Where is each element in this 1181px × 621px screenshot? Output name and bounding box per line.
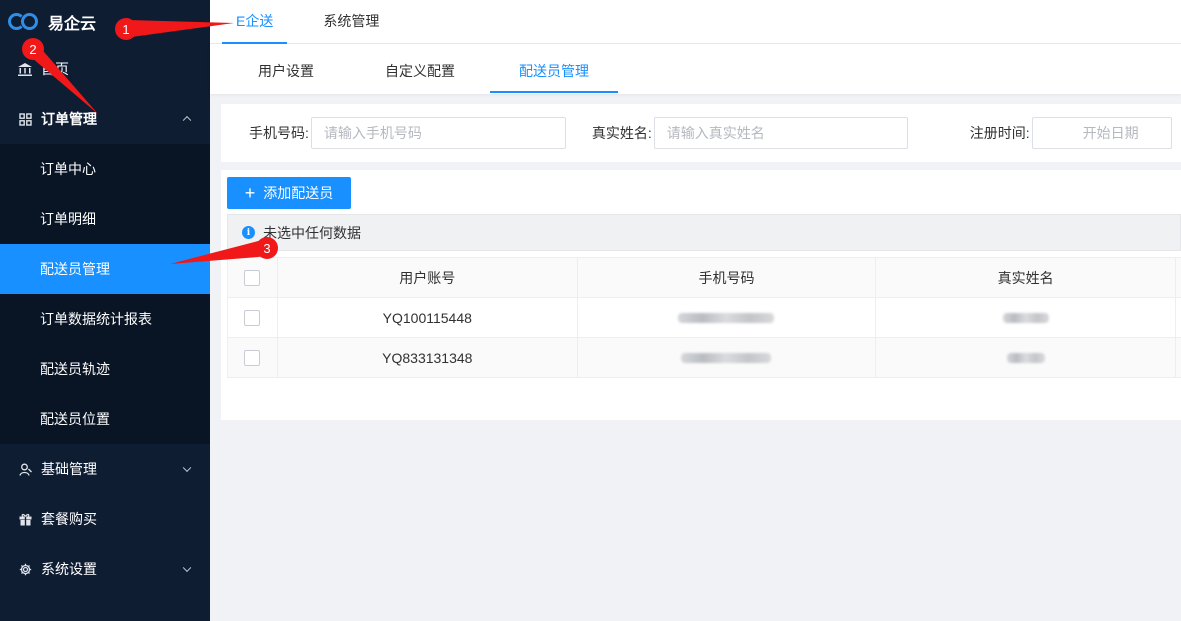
sidebar-item-order-stats-report[interactable]: 订单数据统计报表 (0, 294, 210, 344)
grid-icon (18, 112, 32, 126)
redacted-name (1006, 352, 1045, 363)
top-nav: E企送 系统管理 (210, 0, 1181, 44)
annotation-marker-2: 2 (22, 38, 44, 60)
sidebar-item-label: 基础管理 (41, 461, 97, 477)
sidebar-item-courier-track[interactable]: 配送员轨迹 (0, 344, 210, 394)
sidebar-item-courier-management[interactable]: 配送员管理 (0, 244, 210, 294)
order-submenu: 订单中心 订单明细 配送员管理 订单数据统计报表 配送员轨迹 配送员位置 (0, 144, 210, 444)
sidebar-item-package-purchase[interactable]: 套餐购买 (0, 494, 210, 544)
app-name: 易企云 (48, 16, 97, 33)
main-content: E企送 系统管理 用户设置 自定义配置 配送员管理 手机号码: 请输入手机号码 … (210, 0, 1181, 621)
bank-icon (18, 62, 32, 76)
phone-cell (578, 298, 877, 337)
table-header-row: 用户账号 手机号码 真实姓名 (228, 258, 1181, 298)
table-row[interactable]: YQ100115448 (228, 298, 1181, 338)
selection-notice: i 未选中任何数据 (227, 214, 1181, 251)
sidebar-item-order-center[interactable]: 订单中心 (0, 144, 210, 194)
phone-input[interactable]: 请输入手机号码 (310, 117, 566, 149)
tab-custom-config[interactable]: 自定义配置 (356, 49, 484, 93)
phone-label: 手机号码: (249, 125, 309, 141)
sidebar-item-label: 首页 (41, 61, 69, 77)
search-filter-bar: 手机号码: 请输入手机号码 真实姓名: 请输入真实姓名 注册时间: 开始日期 (221, 104, 1181, 162)
row-checkbox[interactable] (244, 309, 261, 326)
sidebar-item-label: 系统设置 (41, 561, 97, 577)
real-name-label: 真实姓名: (591, 125, 652, 141)
plus-icon: + (244, 183, 256, 203)
real-name-cell (876, 298, 1177, 337)
sidebar-item-label: 套餐购买 (41, 511, 97, 527)
sidebar-item-label: 订单管理 (41, 111, 97, 127)
gift-icon (18, 512, 32, 526)
user-icon (18, 462, 32, 476)
tab-courier-management[interactable]: 配送员管理 (490, 49, 618, 93)
tab-e-qisong[interactable]: E企送 (222, 0, 288, 44)
sidebar-item-courier-location[interactable]: 配送员位置 (0, 394, 210, 444)
table-row[interactable]: YQ833131348 (228, 338, 1181, 378)
courier-list-panel: + 添加配送员 i 未选中任何数据 用户账号 手机号码 真实姓名 YQ10011… (221, 170, 1181, 420)
account-cell: YQ833131348 (278, 338, 578, 377)
sidebar-item-system-settings[interactable]: 系统设置 (0, 544, 210, 594)
phone-cell (578, 338, 877, 377)
annotation-marker-1: 1 (115, 18, 137, 40)
sidebar-item-order-details[interactable]: 订单明细 (0, 194, 210, 244)
account-cell: YQ100115448 (278, 298, 578, 337)
redacted-phone (681, 352, 772, 363)
gear-icon (18, 562, 32, 576)
tab-user-settings[interactable]: 用户设置 (222, 49, 350, 93)
notice-text: 未选中任何数据 (263, 224, 361, 241)
sidebar: 易企云 首页 订单管理 订单中心 订单明细 配送员管理 订单数据统计报表 配送员… (0, 0, 210, 621)
add-courier-label: 添加配送员 (263, 185, 334, 201)
add-courier-button[interactable]: + 添加配送员 (227, 177, 351, 209)
row-checkbox[interactable] (244, 349, 261, 366)
column-header-account[interactable]: 用户账号 (278, 258, 578, 297)
chevron-up-icon (182, 115, 192, 125)
column-header-phone[interactable]: 手机号码 (578, 258, 877, 297)
real-name-input[interactable]: 请输入真实姓名 (653, 117, 908, 149)
register-time-label: 注册时间: (969, 125, 1030, 141)
annotation-marker-3: 3 (256, 237, 278, 259)
column-header-real-name[interactable]: 真实姓名 (876, 258, 1177, 297)
chevron-down-icon (182, 563, 192, 573)
redacted-name (1002, 312, 1049, 323)
sub-nav: 用户设置 自定义配置 配送员管理 (210, 44, 1181, 94)
info-icon: i (242, 226, 255, 239)
logo-icon (8, 12, 42, 32)
start-date-input[interactable]: 开始日期 (1031, 117, 1172, 149)
tab-system-management[interactable]: 系统管理 (309, 0, 393, 43)
sidebar-item-basic-management[interactable]: 基础管理 (0, 444, 210, 494)
courier-table: 用户账号 手机号码 真实姓名 YQ100115448 YQ833131348 (227, 257, 1181, 378)
real-name-cell (876, 338, 1177, 377)
select-all-checkbox[interactable] (244, 269, 261, 286)
chevron-down-icon (182, 463, 192, 473)
redacted-phone (678, 312, 775, 323)
sidebar-item-order-management[interactable]: 订单管理 (0, 94, 210, 144)
